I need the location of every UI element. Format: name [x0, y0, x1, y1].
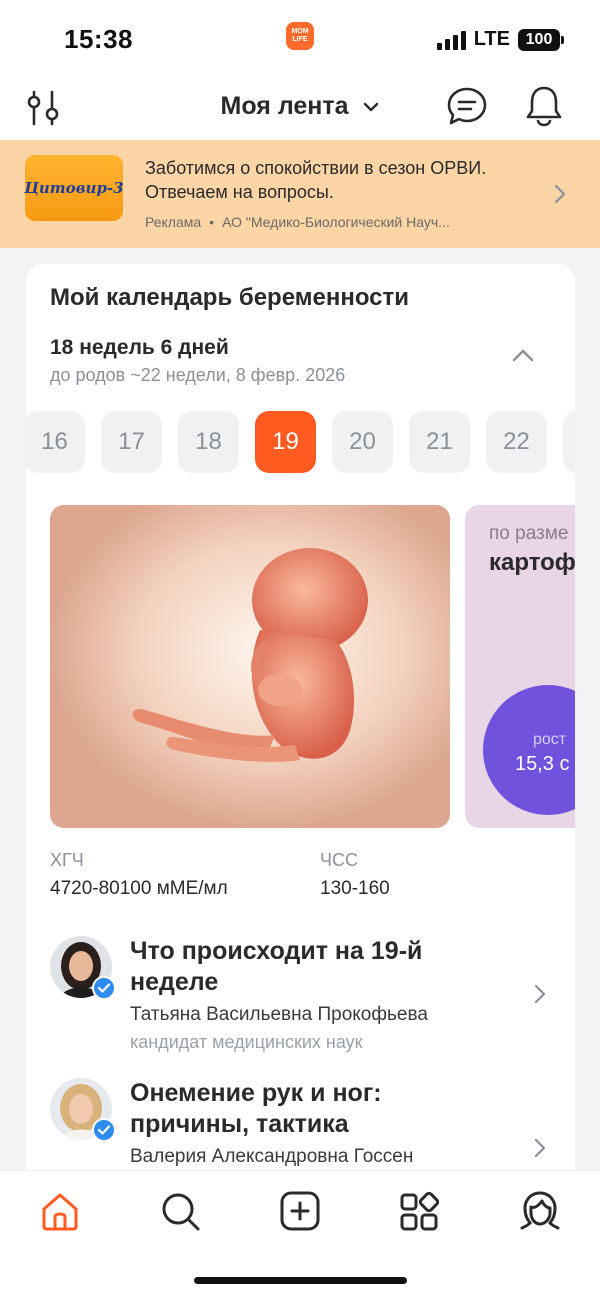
- growth-badge: рост 15,3 с: [483, 685, 575, 815]
- week-pill[interactable]: 20: [332, 411, 393, 473]
- chevron-right-icon: [554, 184, 566, 204]
- chevron-up-icon[interactable]: [512, 348, 534, 362]
- due-date-info: до родов ~22 недели, 8 февр. 2026: [50, 365, 346, 385]
- week-selector: 16 17 18 19 20 21 22: [26, 411, 575, 473]
- chat-icon[interactable]: [446, 86, 488, 128]
- ad-banner[interactable]: Цитовир-3 Заботимся о спокойствии в сезо…: [0, 140, 600, 248]
- article-author: Татьяна Васильевна Прокофьева: [130, 1004, 428, 1025]
- status-time: 15:38: [64, 24, 133, 54]
- signal-icon: [436, 30, 466, 50]
- week-pill[interactable]: 22: [486, 411, 547, 473]
- feed-title: Моя лента: [220, 92, 349, 120]
- chevron-down-icon: [364, 103, 379, 112]
- size-comparison-label: по разме: [489, 523, 569, 544]
- search-icon[interactable]: [158, 1189, 202, 1233]
- home-indicator: [194, 1277, 407, 1284]
- hcg-value: 4720-80100 мМЕ/мл: [50, 878, 228, 899]
- size-comparison-value: картоф: [489, 549, 575, 576]
- article-author-degree: кандидат медицинских наук: [130, 1032, 363, 1052]
- bottom-navigation: [0, 1170, 600, 1297]
- heart-rate-label: ЧСС: [320, 850, 358, 870]
- article-author: Валерия Александровна Госсен: [130, 1146, 414, 1167]
- profile-icon[interactable]: [518, 1189, 562, 1233]
- pregnancy-calendar-card: Мой календарь беременности 18 недель 6 д…: [26, 264, 575, 1174]
- week-pill-partial[interactable]: [563, 411, 575, 473]
- hcg-label: ХГЧ: [50, 850, 84, 870]
- ad-label: Реклама: [145, 214, 202, 230]
- verified-badge-icon: [92, 976, 116, 1000]
- week-pill[interactable]: 21: [409, 411, 470, 473]
- week-pill-active[interactable]: 19: [255, 411, 316, 473]
- article-item[interactable]: Онемение рук и ног: причины, тактика Вал…: [50, 1078, 575, 1174]
- article-title: Что происходит на 19-й неделе: [130, 937, 423, 996]
- app-header: Моя лента: [0, 80, 600, 140]
- chevron-right-icon: [534, 984, 546, 1004]
- card-title: Мой календарь беременности: [50, 284, 410, 311]
- week-pill[interactable]: 16: [26, 411, 85, 473]
- fruit-size-card[interactable]: по разме картоф рост 15,3 с: [465, 505, 575, 828]
- chevron-right-icon: [534, 1138, 546, 1158]
- article-item[interactable]: Что происходит на 19-й неделе Татьяна Ва…: [50, 936, 575, 1056]
- fetus-image: [50, 505, 450, 828]
- home-icon[interactable]: [38, 1189, 82, 1233]
- ad-advertiser: АО "Медико-Биологический Науч...: [222, 214, 450, 230]
- battery-icon: 100: [518, 28, 564, 51]
- growth-label: рост: [533, 731, 567, 748]
- pregnancy-duration: 18 недель 6 дней: [50, 336, 229, 359]
- network-type: LTE: [473, 28, 510, 50]
- article-title: Онемение рук и ног: причины, тактика: [130, 1079, 382, 1138]
- ad-meta: Реклама • АО "Медико-Биологический Науч...: [145, 214, 450, 230]
- services-icon[interactable]: [398, 1189, 442, 1233]
- status-indicators: LTE 100: [436, 28, 564, 51]
- add-icon[interactable]: [278, 1189, 322, 1233]
- status-bar: 15:38 MOM LIFE LTE 100: [0, 0, 600, 80]
- fetus-illustration[interactable]: [50, 505, 450, 828]
- heart-rate-value: 130-160: [320, 878, 390, 899]
- app-logo-icon: MOM LIFE: [286, 22, 314, 50]
- bell-icon[interactable]: [524, 84, 564, 128]
- week-pill[interactable]: 17: [101, 411, 162, 473]
- feed-selector[interactable]: Моя лента: [0, 92, 600, 121]
- ad-brand-logo: Цитовир-3: [24, 155, 124, 221]
- verified-badge-icon: [92, 1118, 116, 1142]
- week-pill[interactable]: 18: [178, 411, 239, 473]
- growth-value: 15,3 с: [515, 753, 570, 775]
- ad-text: Заботимся о спокойствии в сезон ОРВИ. От…: [145, 158, 487, 202]
